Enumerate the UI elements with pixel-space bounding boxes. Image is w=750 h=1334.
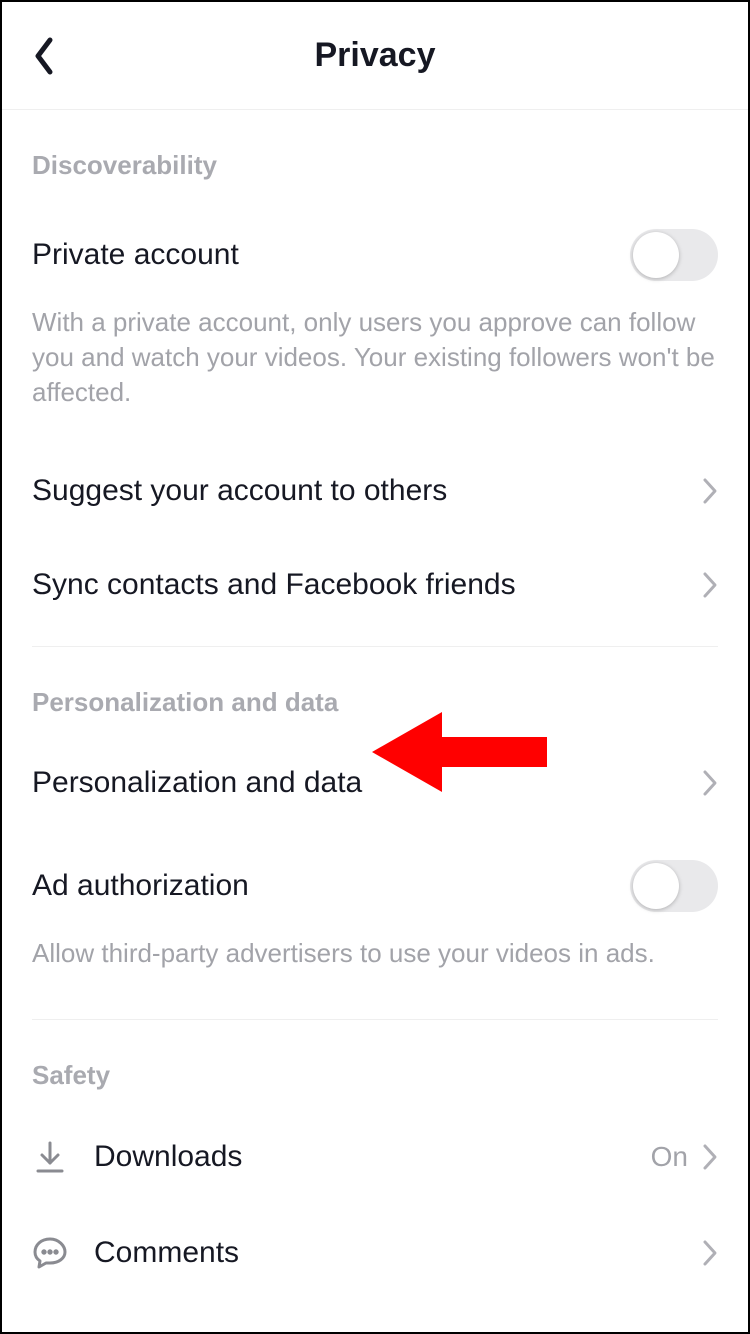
section-header-discoverability: Discoverability [2,110,748,199]
private-account-label: Private account [32,238,630,272]
suggest-account-label: Suggest your account to others [32,474,702,508]
downloads-label: Downloads [94,1140,651,1174]
private-account-desc: With a private account, only users you a… [32,305,718,410]
row-following-list[interactable]: Following list Everyone [2,1301,748,1334]
row-sync-contacts[interactable]: Sync contacts and Facebook friends [2,538,748,632]
downloads-value: On [651,1141,688,1173]
chevron-left-icon [32,36,56,76]
row-personalization-data[interactable]: Personalization and data [2,736,748,830]
chevron-right-icon [702,769,718,797]
row-comments[interactable]: Comments [2,1205,748,1301]
personalization-data-label: Personalization and data [32,766,702,800]
chevron-right-icon [702,571,718,599]
row-suggest-account[interactable]: Suggest your account to others [2,444,748,538]
header-bar: Privacy [2,2,748,110]
ad-authorization-toggle[interactable] [630,860,718,912]
comment-icon [32,1235,68,1271]
chevron-right-icon [702,477,718,505]
chevron-right-icon [702,1143,718,1171]
settings-content: Discoverability Private account With a p… [2,110,748,1334]
row-private-account[interactable]: Private account [2,199,748,295]
back-button[interactable] [22,2,66,109]
section-header-safety: Safety [2,1020,748,1109]
section-header-personalization: Personalization and data [2,647,748,736]
chevron-right-icon [702,1239,718,1267]
row-ad-authorization[interactable]: Ad authorization [2,830,748,926]
sync-contacts-label: Sync contacts and Facebook friends [32,568,702,602]
page-title: Privacy [315,36,436,75]
ad-authorization-desc: Allow third-party advertisers to use you… [32,936,655,971]
ad-authorization-label: Ad authorization [32,869,630,903]
private-account-toggle[interactable] [630,229,718,281]
row-downloads[interactable]: Downloads On [2,1109,748,1205]
download-icon [32,1139,68,1175]
comments-label: Comments [94,1236,702,1270]
